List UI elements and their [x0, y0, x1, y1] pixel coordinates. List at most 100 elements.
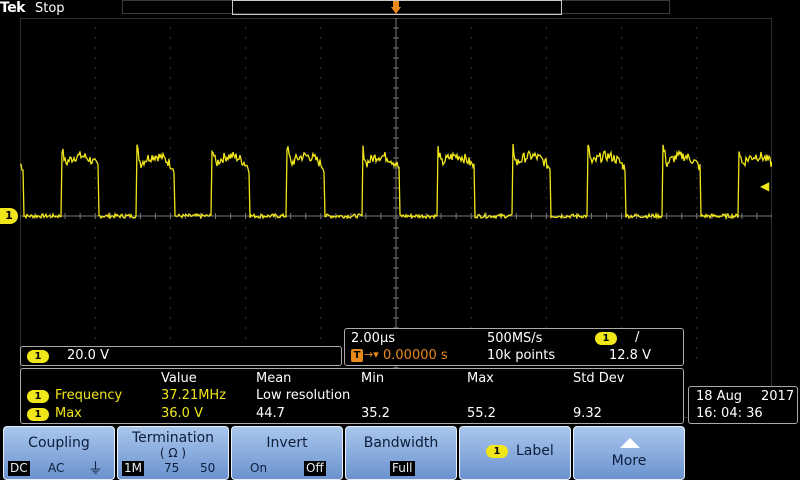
grid-dot [621, 227, 623, 229]
grid-dot [696, 207, 698, 209]
grid-dot [245, 197, 247, 199]
grid-dot [320, 227, 322, 229]
grid-dot [545, 317, 547, 319]
grid-dot [470, 37, 472, 39]
grid-dot [621, 27, 623, 29]
coupling-dc-option[interactable]: DC [8, 461, 30, 476]
coupling-ac-option[interactable]: AC [48, 461, 64, 476]
invert-button[interactable]: Invert On Off [231, 426, 343, 480]
label-button[interactable]: 1 Label [459, 426, 571, 480]
grid-dot [94, 267, 96, 269]
grid-dot [470, 207, 472, 209]
grid-dot [320, 257, 322, 259]
grid-dot [470, 127, 472, 129]
termination-subtitle: ( Ω ) [159, 446, 187, 460]
coupling-ground-option-icon[interactable]: ⏚ [88, 461, 103, 476]
bandwidth-value: Full [390, 461, 415, 476]
grid-dot [94, 18, 96, 19]
grid-dot [621, 307, 623, 309]
grid-dot [470, 297, 472, 299]
grid-dot [696, 157, 698, 159]
grid-dot [94, 117, 96, 119]
grid-dot [545, 107, 547, 109]
grid-dot [245, 277, 247, 279]
horizontal-trigger-box[interactable]: 2.00µs 500MS/s 1 / T →▾ 0.00000 s 10k po… [344, 328, 684, 366]
grid-dot [545, 207, 547, 209]
grid-dot [245, 187, 247, 189]
grid-dot [470, 267, 472, 269]
termination-75-option[interactable]: 75 [164, 461, 179, 476]
grid-dot [245, 67, 247, 69]
grid-dot [320, 137, 322, 139]
grid-dot [320, 197, 322, 199]
grid-dot [470, 67, 472, 69]
grid-dot [470, 18, 472, 19]
grid-dot [545, 147, 547, 149]
grid-dot [320, 27, 322, 29]
grid-dot [320, 297, 322, 299]
grid-dot [320, 97, 322, 99]
date-day: 18 Aug [696, 389, 743, 404]
grid-dot [696, 197, 698, 199]
grid-dot [696, 137, 698, 139]
grid-dot [696, 27, 698, 29]
grid-dot [169, 97, 171, 99]
grid-dot [470, 137, 472, 139]
grid-dot [94, 187, 96, 189]
grid-dot [320, 167, 322, 169]
meas-row-1-channel-badge: 1 [27, 390, 49, 403]
grid-dot [470, 277, 472, 279]
termination-button[interactable]: Termination ( Ω ) 1M 75 50 [117, 426, 229, 480]
grid-dot [545, 97, 547, 99]
channel-scale-value: 20.0 V [67, 348, 109, 363]
grid-dot [545, 37, 547, 39]
grid-dot [621, 317, 623, 319]
grid-dot [621, 257, 623, 259]
meas-row-2-std-dev: 9.32 [573, 406, 602, 421]
grid-dot [621, 97, 623, 99]
grid-dot [696, 127, 698, 129]
bandwidth-button[interactable]: Bandwidth Full [345, 426, 457, 480]
termination-50-option[interactable]: 50 [200, 461, 215, 476]
grid-dot [545, 117, 547, 119]
grid-dot [169, 117, 171, 119]
header-std-dev: Std Dev [573, 371, 625, 386]
grid-dot [169, 147, 171, 149]
grid-dot [245, 327, 247, 329]
grid-dot [545, 277, 547, 279]
more-button[interactable]: More [573, 426, 685, 480]
invert-on-option[interactable]: On [250, 461, 267, 476]
grid-dot [696, 37, 698, 39]
grid-dot [320, 107, 322, 109]
termination-1m-option[interactable]: 1M [122, 461, 144, 476]
grid-dot [545, 57, 547, 59]
date-time-box: 18 Aug 2017 16: 04: 36 [688, 386, 798, 424]
grid-dot [320, 287, 322, 289]
grid-dot [245, 297, 247, 299]
grid-dot [470, 97, 472, 99]
more-title: More [611, 453, 647, 469]
grid-dot [470, 47, 472, 49]
grid-dot [245, 317, 247, 319]
grid-dot [169, 137, 171, 139]
grid-dot [470, 247, 472, 249]
coupling-button[interactable]: Coupling DC AC ⏚ [3, 426, 115, 480]
grid-dot [169, 227, 171, 229]
grid-dot [470, 27, 472, 29]
grid-dot [169, 18, 171, 19]
grid-dot [621, 187, 623, 189]
grid-dot [696, 297, 698, 299]
grid-dot [696, 177, 698, 179]
grid-dot [94, 127, 96, 129]
invert-off-option[interactable]: Off [304, 461, 326, 476]
grid-dot [245, 57, 247, 59]
grid-dot [169, 107, 171, 109]
grid-dot [320, 147, 322, 149]
grid-dot [94, 37, 96, 39]
grid-dot [621, 277, 623, 279]
grid-dot [245, 117, 247, 119]
grid-dot [94, 247, 96, 249]
channel-scale-box[interactable]: 1 20.0 V [20, 346, 342, 366]
meas-row-2-name: Max [55, 406, 82, 421]
grid-dot [169, 37, 171, 39]
